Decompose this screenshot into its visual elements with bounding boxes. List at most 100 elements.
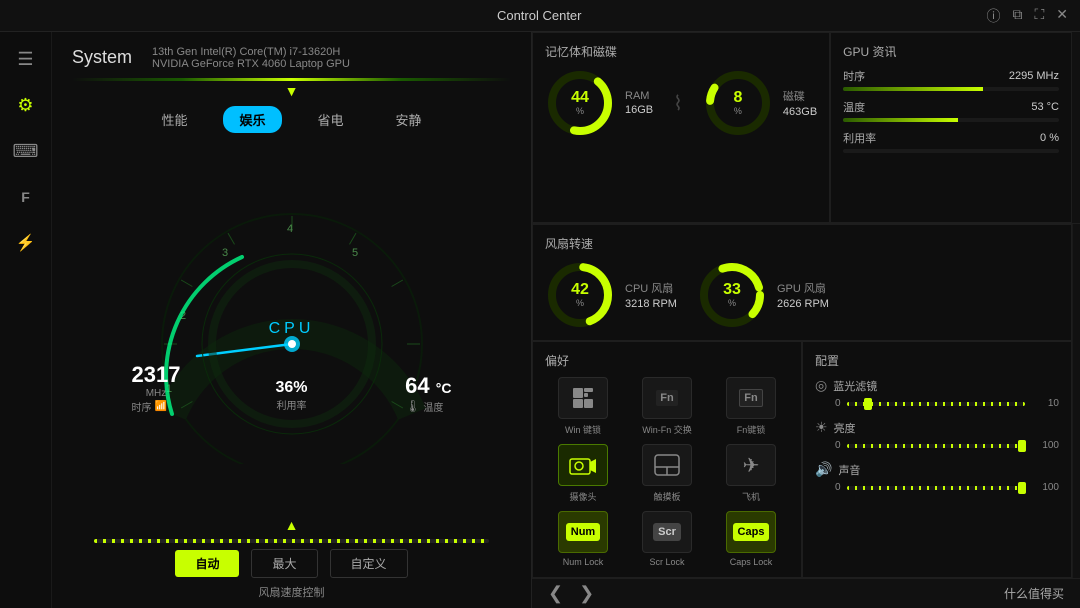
prev-button[interactable]: ❮ (548, 583, 563, 604)
gpu-clock-bar-fill (843, 87, 983, 91)
fan-scrollbar[interactable] (1072, 224, 1080, 341)
right-scrollbar[interactable] (1072, 32, 1080, 223)
pref-scrlock[interactable]: Scr Scr Lock (629, 511, 705, 567)
pref-airplane[interactable]: ✈ 飞机 (713, 444, 789, 503)
blue-light-label: 蓝光滤镜 (833, 378, 877, 394)
right-panel: 记忆体和磁碟 44 % (532, 32, 1080, 608)
gpu-model: NVIDIA GeForce RTX 4060 Laptop GPU (152, 58, 350, 70)
gpu-info-rows: 时序 2295 MHz 温度 53 °C (843, 68, 1059, 153)
config-blue-light-header: ◎ 蓝光滤镜 (815, 377, 1059, 394)
disk-pct-label: % (733, 106, 742, 116)
ram-info: RAM 16GB (625, 90, 653, 116)
fan-up-arrow: ▲ (285, 517, 299, 533)
ram-gauge-center: 44 % (571, 90, 589, 116)
sidebar-item-keyboard[interactable]: ⌨ (7, 132, 45, 170)
config-sound: 🔊 声音 0 100 (815, 461, 1059, 493)
brightness-value: 100 (1031, 440, 1059, 451)
title-bar: Control Center ⓘ ⧉ ⛶ ✕ (0, 0, 1080, 32)
pref-numlock-key: Num (566, 523, 600, 541)
disk-pct: 8 (733, 90, 742, 106)
mode-quiet[interactable]: 安静 (380, 106, 438, 133)
cpu-fan-center: 42 % (571, 282, 589, 308)
pref-airplane-label: 飞机 (742, 490, 760, 503)
pref-panel: 偏好 Win 键锁 Fn Win-Fn 交换 (532, 341, 802, 578)
restore-icon[interactable]: ⧉ (1012, 6, 1022, 26)
fan-progress (94, 539, 489, 543)
config-sound-slider-wrap: 0 100 (815, 482, 1059, 493)
config-blue-light-slider[interactable] (847, 402, 1025, 406)
mode-performance[interactable]: 性能 (145, 106, 203, 133)
pref-capslock-label: Caps Lock (730, 557, 773, 567)
gpu-fan-center: 33 % (723, 282, 741, 308)
left-panel: System 13th Gen Intel(R) Core(TM) i7-136… (52, 32, 532, 608)
ram-pct: 44 (571, 90, 589, 106)
mode-powersave[interactable]: 省电 (302, 106, 360, 133)
config-brightness-slider[interactable] (847, 444, 1025, 448)
memory-divider: ⌇ (673, 91, 683, 116)
gpu-fan-value: 2626 RPM (777, 298, 829, 310)
gpu-panel: GPU 资讯 时序 2295 MHz 温度 (830, 32, 1072, 223)
pref-win-fn[interactable]: Fn Win-Fn 交换 (629, 377, 705, 436)
gpu-fan-pct: 33 (723, 282, 741, 298)
svg-text:5: 5 (352, 247, 358, 259)
bottom-scrollbar[interactable] (1072, 341, 1080, 578)
gpu-fan-label: GPU 风扇 (777, 280, 829, 296)
pref-capslock-icon: Caps (726, 511, 776, 553)
cpu-fan-value: 3218 RPM (625, 298, 677, 310)
brightness-icon: ☀ (815, 419, 828, 436)
pref-capslock[interactable]: Caps Caps Lock (713, 511, 789, 567)
pref-fn-lock[interactable]: Fn Fn键锁 (713, 377, 789, 436)
gauge-area: 1 2 3 4 5 CPU (52, 139, 531, 509)
config-sound-slider[interactable] (847, 486, 1025, 490)
fan-max-button[interactable]: 最大 (251, 549, 317, 578)
gpu-panel-title: GPU 资讯 (843, 43, 1059, 60)
pref-camera[interactable]: 摄像头 (545, 444, 621, 503)
pref-touchpad[interactable]: 触摸板 (629, 444, 705, 503)
sound-icon: 🔊 (815, 461, 832, 478)
main-container: ☰ ⚙ ⌨ F ⚡ System 13th Gen Intel(R) Core(… (0, 32, 1080, 608)
modes-row: 性能 娱乐 省电 安静 (52, 100, 531, 139)
gpu-temp-value: 53 °C (1031, 101, 1059, 113)
gpu-row-usage-header: 利用率 0 % (843, 130, 1059, 146)
pref-scrlock-label: Scr Lock (649, 557, 684, 567)
system-label: System (72, 47, 132, 68)
gpu-usage-bar (843, 149, 1059, 153)
fan-control-area: ▲ 自动 最大 自定义 风扇速度控制 (52, 509, 531, 608)
maximize-icon[interactable]: ⛶ (1034, 6, 1044, 26)
gauge-temp-block: 64 °C 🌡 温度 (405, 373, 451, 414)
pref-numlock-icon: Num (558, 511, 608, 553)
sidebar-item-battery[interactable]: ⚡ (7, 224, 45, 262)
ram-pct-label: % (571, 106, 589, 116)
pref-numlock[interactable]: Num Num Lock (545, 511, 621, 567)
fan-auto-button[interactable]: 自动 (175, 550, 239, 577)
gpu-row-temp-header: 温度 53 °C (843, 99, 1059, 115)
sidebar-item-settings[interactable]: ⚙ (7, 86, 45, 124)
sidebar: ☰ ⚙ ⌨ F ⚡ (0, 32, 52, 608)
ram-gauge-group: 44 % RAM 16GB (545, 68, 653, 138)
svg-text:4: 4 (287, 223, 293, 235)
close-icon[interactable]: ✕ (1056, 6, 1068, 26)
ram-gauge: 44 % (545, 68, 615, 138)
next-button[interactable]: ❯ (579, 583, 594, 604)
info-icon[interactable]: ⓘ (986, 6, 1000, 26)
cpu-fan-gauge: 42 % (545, 260, 615, 330)
memory-panel: 记忆体和磁碟 44 % (532, 32, 830, 223)
gpu-temp-bar (843, 118, 1059, 122)
gpu-temp-bar-fill (843, 118, 957, 122)
gauge-temp-value: 64 °C (405, 373, 451, 399)
config-rows: ◎ 蓝光滤镜 0 10 (815, 377, 1059, 493)
gauge-mhz-block: 2317 MHz 时序 📶 (132, 362, 181, 414)
pref-scrlock-key: Scr (653, 523, 681, 541)
ram-value: 16GB (625, 104, 653, 116)
gauge-center-text: CPU (269, 320, 315, 337)
gpu-fan-info: GPU 风扇 2626 RPM (777, 280, 829, 310)
brightness-label: 亮度 (834, 420, 856, 436)
fan-custom-button[interactable]: 自定义 (330, 549, 408, 578)
sidebar-item-fx[interactable]: F (7, 178, 45, 216)
pref-win-lock[interactable]: Win 键锁 (545, 377, 621, 436)
mode-entertainment[interactable]: 娱乐 (223, 106, 281, 133)
brightness-min: 0 (835, 440, 841, 451)
cpu-fan-group: 42 % CPU 风扇 3218 RPM (545, 260, 677, 330)
pref-win-fn-icon: Fn (642, 377, 692, 419)
sidebar-item-menu[interactable]: ☰ (7, 40, 45, 78)
